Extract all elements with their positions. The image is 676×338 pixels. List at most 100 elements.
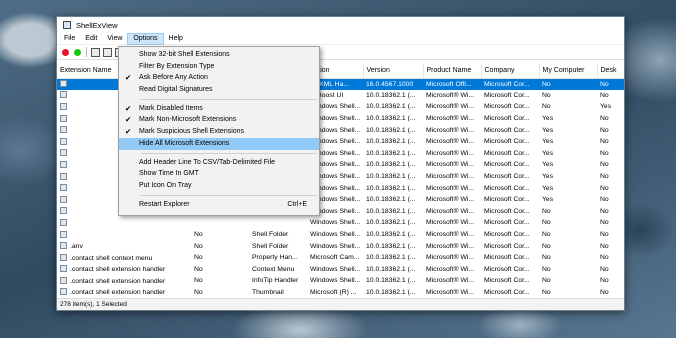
menu-options[interactable]: Options [127, 32, 164, 45]
menu-item-put-icon-on-tray[interactable]: Put Icon On Tray [119, 180, 319, 192]
table-cell: Windows Shell... [310, 265, 361, 273]
menu-item-show-time-in-gmt[interactable]: Show Time In GMT [119, 168, 319, 180]
table-cell: 10.0.18362.1 (... [366, 219, 416, 227]
table-cell: No [542, 207, 551, 215]
column-header[interactable]: Company [481, 64, 540, 79]
table-cell: Yes [542, 184, 554, 192]
table-cell: No [542, 254, 551, 262]
table-row[interactable]: No Shell Folder Windows Shell... 10.0.18362… [57, 229, 624, 241]
extension-icon [60, 80, 67, 88]
extension-name: .anv [70, 243, 83, 251]
table-row[interactable]: .anv No Shell Folder Windows Shell... 10.0.1… [57, 240, 624, 252]
table-cell: No [600, 173, 609, 181]
table-cell: 10.0.18362.1 (... [366, 173, 416, 181]
menu-item-mark-disabled-items[interactable]: ✔ Mark Disabled Items [119, 103, 319, 115]
table-cell: No [194, 231, 203, 239]
properties-icon[interactable] [103, 47, 112, 57]
menu-item-restart-explorer[interactable]: Restart Explorer Ctrl+E [119, 199, 319, 211]
table-cell: Microsoft® Wi... [426, 184, 475, 192]
menu-item-label: Mark Disabled Items [139, 104, 203, 112]
table-cell: No [600, 207, 609, 215]
menu-item-read-digital-signatures[interactable]: Read Digital Signatures [119, 84, 319, 96]
menu-item-hide-all-microsoft-extensions[interactable]: Hide All Microsoft Extensions [119, 137, 319, 150]
table-cell: No [597, 78, 624, 90]
menu-bar: File Edit View Options Help [57, 32, 624, 45]
column-header[interactable]: Version [363, 64, 424, 79]
table-cell: 10.0.18362.1 (... [366, 288, 416, 296]
menu-item-label: Hide All Microsoft Extensions [139, 139, 230, 147]
table-cell: No [600, 115, 609, 123]
menu-item-label: Filter By Extension Type [139, 62, 215, 70]
menu-item-mark-suspicious-shell-extensions[interactable]: ✔ Mark Suspicious Shell Extensions [119, 126, 319, 138]
table-cell: Microsoft® Wi... [426, 138, 475, 146]
table-cell: Microsoft® Wi... [426, 219, 475, 227]
table-cell: Context Menu [252, 265, 295, 273]
table-cell: Microsoft Cor... [484, 173, 530, 181]
table-cell: Microsoft Offi... [423, 78, 481, 90]
extension-icon [60, 288, 67, 296]
table-cell: No [542, 288, 551, 296]
table-cell [191, 217, 249, 229]
table-cell: No [600, 288, 609, 296]
table-cell: 10.0.18362.1 (... [366, 184, 416, 192]
extension-icon [60, 126, 67, 134]
extension-name: .contact shell context menu [70, 254, 153, 262]
column-header[interactable]: My Computer [539, 64, 598, 79]
extension-icon [60, 102, 67, 110]
menu-item-filter-by-extension-type[interactable]: Filter By Extension Type [119, 61, 319, 73]
menu-item-ask-before-any-action[interactable]: ✔ Ask Before Any Action [119, 72, 319, 84]
extension-icon [60, 114, 67, 122]
menu-help[interactable]: Help [164, 33, 188, 45]
table-cell: Microsoft Cor... [484, 161, 530, 169]
table-cell: No [600, 242, 609, 250]
menu-edit[interactable]: Edit [80, 33, 102, 45]
table-cell: Microsoft (R) ... [310, 288, 357, 296]
extension-icon [60, 149, 67, 157]
table-cell: Yes [600, 103, 612, 111]
table-cell: No [542, 265, 551, 273]
table-cell: 10.0.18362.1 (... [366, 138, 416, 146]
menu-item-add-header-line-to-csv-tab-delimited-file[interactable]: Add Header Line To CSV/Tab-Delimited Fil… [119, 157, 319, 169]
green-circle-icon[interactable] [73, 48, 82, 57]
table-row[interactable]: .contact shell context menu No Property Ha… [57, 252, 624, 264]
table-row[interactable]: .contact shell extension handler No InfoTi… [57, 275, 624, 287]
red-circle-icon[interactable] [61, 48, 70, 57]
table-row[interactable]: Windows Shell... 10.0.18362.1 (... Microso… [57, 217, 624, 229]
extension-icon [60, 230, 67, 238]
table-cell: Yes [542, 138, 554, 146]
title-bar[interactable]: ShellExView [57, 17, 624, 33]
table-cell: Yes [542, 149, 554, 157]
table-cell: Yes [542, 196, 554, 204]
table-cell: No [542, 103, 551, 111]
menu-item-label: Ask Before Any Action [139, 74, 208, 82]
menu-view[interactable]: View [102, 33, 127, 45]
extension-name: .contact shell extension handler [70, 266, 166, 274]
table-cell: 10.0.18362.1 (... [366, 149, 416, 157]
table-cell: Microsoft Cam... [310, 254, 360, 262]
table-row[interactable]: .contact shell extension handler No Contex… [57, 264, 624, 276]
table-cell: Microsoft Cor... [484, 115, 530, 123]
menu-item-mark-non-microsoft-extensions[interactable]: ✔ Mark Non-Microsoft Extensions [119, 114, 319, 126]
menu-item-show-32-bit-shell-extensions[interactable]: Show 32-bit Shell Extensions [119, 49, 319, 61]
table-cell: 10.0.18362.1 (... [366, 207, 416, 215]
table-cell: .anv [57, 240, 191, 252]
checkmark-icon: ✔ [125, 103, 132, 113]
table-cell: Microsoft® Wi... [426, 254, 475, 262]
table-row[interactable]: .contact shell extension handler No Thumbn… [57, 287, 624, 298]
table-cell: Microsoft® Wi... [426, 242, 475, 250]
table-cell: No [600, 138, 609, 146]
column-header[interactable]: Desk [597, 64, 624, 79]
table-cell: Microsoft® Wi... [426, 149, 475, 157]
table-cell: Microsoft® Wi... [426, 288, 475, 296]
table-cell: Microsoft Cor... [484, 219, 530, 227]
table-cell: Microsoft® Wi... [426, 115, 475, 123]
table-cell: 10.0.18362.1 (... [366, 115, 416, 123]
save-icon[interactable] [91, 47, 100, 57]
column-header[interactable]: Product Name [423, 64, 482, 79]
table-cell: No [600, 91, 609, 99]
table-cell: Yes [542, 161, 554, 169]
menu-file[interactable]: File [59, 33, 80, 45]
table-cell: Microsoft Cor... [481, 78, 539, 90]
table-cell: Windows Shell... [310, 242, 361, 250]
table-cell: No [600, 149, 609, 157]
